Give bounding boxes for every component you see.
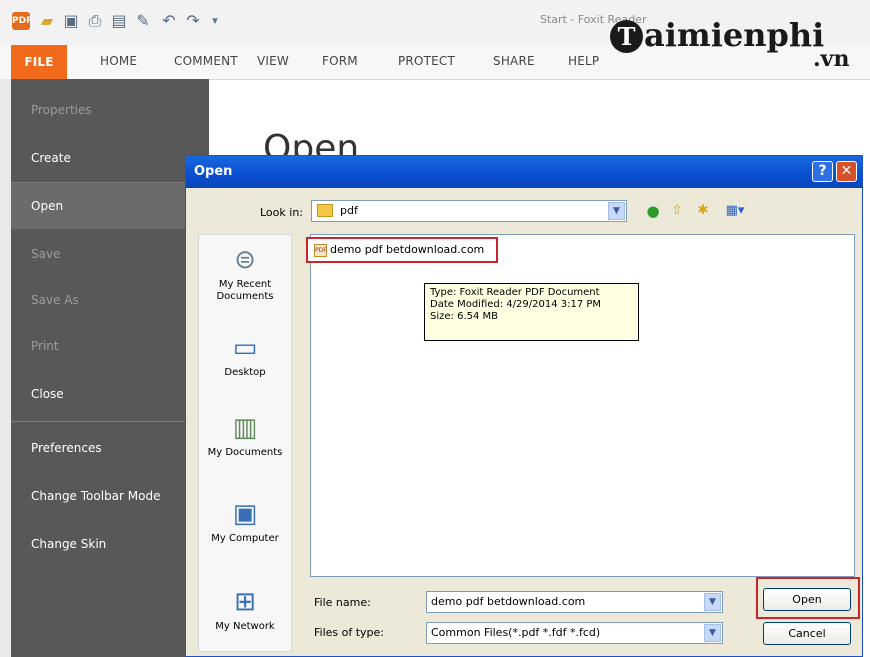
nav-item-close[interactable]: Close — [11, 371, 209, 417]
dialog-titlebar[interactable]: Open ? ✕ — [186, 156, 862, 188]
place-my-network[interactable]: ⊞ My Network — [199, 587, 291, 633]
pdf-file-icon: PDF — [314, 244, 327, 257]
cancel-button[interactable]: Cancel — [763, 622, 851, 645]
tooltip-size: Size: 6.54 MB — [430, 311, 499, 322]
my-computer-icon: ▣ — [232, 499, 258, 529]
file-name-label: File name: — [314, 596, 371, 609]
my-network-icon: ⊞ — [234, 587, 256, 617]
file-name-value: demo pdf betdownload.com — [431, 595, 586, 608]
place-my-computer[interactable]: ▣ My Computer — [199, 499, 291, 545]
dialog-title: Open — [194, 164, 233, 179]
file-menu-nav: Properties Create Open Save Save As Prin… — [11, 79, 209, 657]
save-icon[interactable]: ▣ — [62, 12, 80, 30]
file-name-field[interactable]: demo pdf betdownload.com ▼ — [426, 591, 723, 613]
redo-icon[interactable]: ↷ — [184, 12, 202, 30]
open-folder-icon[interactable]: ▰ — [38, 12, 56, 30]
recent-documents-icon: ⊜ — [234, 245, 256, 275]
tab-help[interactable]: HELP — [568, 54, 599, 68]
look-in-label: Look in: — [260, 206, 303, 219]
place-label: My Recent Documents — [216, 279, 274, 302]
place-label: My Computer — [211, 533, 279, 544]
nav-item-properties[interactable]: Properties — [11, 87, 209, 133]
nav-item-change-skin[interactable]: Change Skin — [11, 521, 209, 567]
place-desktop[interactable]: ▭ Desktop — [199, 333, 291, 379]
nav-item-print[interactable]: Print — [11, 323, 209, 369]
open-dialog: Open ? ✕ Look in: pdf ▼ ● ⇧ ✱ ▦▾ ⊜ My Re… — [185, 155, 863, 657]
desktop-icon: ▭ — [232, 333, 258, 363]
place-label: Desktop — [224, 367, 266, 378]
close-button[interactable]: ✕ — [836, 161, 857, 182]
tab-home[interactable]: HOME — [100, 54, 137, 68]
folder-icon — [317, 204, 333, 217]
nav-item-create[interactable]: Create — [11, 135, 209, 181]
tooltip-date-modified: Date Modified: 4/29/2014 3:17 PM — [430, 299, 602, 310]
list-item[interactable]: PDF demo pdf betdownload.com — [306, 237, 498, 263]
tab-file[interactable]: FILE — [11, 45, 67, 79]
up-folder-icon[interactable]: ⇧ — [668, 202, 686, 220]
nav-item-preferences[interactable]: Preferences — [11, 425, 209, 471]
watermark-letter: T — [610, 20, 643, 53]
file-tooltip: Type: Foxit Reader PDF Document Date Mod… — [424, 283, 639, 341]
my-documents-icon: ▥ — [232, 413, 258, 443]
undo-icon[interactable]: ↶ — [160, 12, 178, 30]
chevron-down-icon[interactable]: ▼ — [608, 202, 625, 220]
look-in-value: pdf — [340, 204, 358, 217]
place-recent-documents[interactable]: ⊜ My Recent Documents — [199, 245, 291, 303]
open-button[interactable]: Open — [763, 588, 851, 611]
foxit-logo-icon[interactable]: PDF — [12, 12, 32, 30]
places-bar: ⊜ My Recent Documents ▭ Desktop ▥ My Doc… — [198, 234, 292, 652]
nav-item-change-toolbar-mode[interactable]: Change Toolbar Mode — [11, 473, 209, 519]
back-icon[interactable]: ● — [644, 202, 662, 220]
print-icon[interactable]: ⎙ — [86, 12, 104, 30]
tab-comment[interactable]: COMMENT — [174, 54, 238, 68]
tab-share[interactable]: SHARE — [493, 54, 535, 68]
watermark-text: aimienphi — [644, 16, 825, 54]
file-type-label: Files of type: — [314, 626, 385, 639]
customize-icon[interactable]: ▾ — [206, 12, 224, 30]
nav-item-open[interactable]: Open — [11, 183, 209, 229]
screenshot-icon[interactable]: ▤ — [110, 12, 128, 30]
views-menu-icon[interactable]: ▦▾ — [722, 202, 748, 220]
nav-item-save-as[interactable]: Save As — [11, 277, 209, 323]
new-folder-icon[interactable]: ✱ — [694, 202, 712, 220]
nav-divider — [11, 421, 209, 422]
place-my-documents[interactable]: ▥ My Documents — [199, 413, 291, 459]
file-type-value: Common Files(*.pdf *.fdf *.fcd) — [431, 626, 601, 639]
file-type-dropdown[interactable]: Common Files(*.pdf *.fdf *.fcd) ▼ — [426, 622, 723, 644]
place-label: My Network — [215, 621, 275, 632]
place-label: My Documents — [207, 447, 283, 458]
left-margin — [0, 79, 11, 657]
tab-protect[interactable]: PROTECT — [398, 54, 455, 68]
tooltip-type: Type: Foxit Reader PDF Document — [430, 287, 600, 298]
look-in-dropdown[interactable]: pdf ▼ — [311, 200, 627, 222]
chevron-down-icon[interactable]: ▼ — [704, 624, 721, 642]
file-list[interactable]: PDF demo pdf betdownload.com Type: Foxit… — [306, 234, 855, 577]
file-item-name: demo pdf betdownload.com — [330, 243, 485, 256]
help-button[interactable]: ? — [812, 161, 833, 182]
chevron-down-icon[interactable]: ▼ — [704, 593, 721, 611]
new-icon[interactable]: ✎ — [134, 12, 152, 30]
nav-item-save[interactable]: Save — [11, 231, 209, 277]
watermark-suffix: .vn — [813, 46, 850, 72]
tab-form[interactable]: FORM — [322, 54, 358, 68]
tab-view[interactable]: VIEW — [257, 54, 289, 68]
